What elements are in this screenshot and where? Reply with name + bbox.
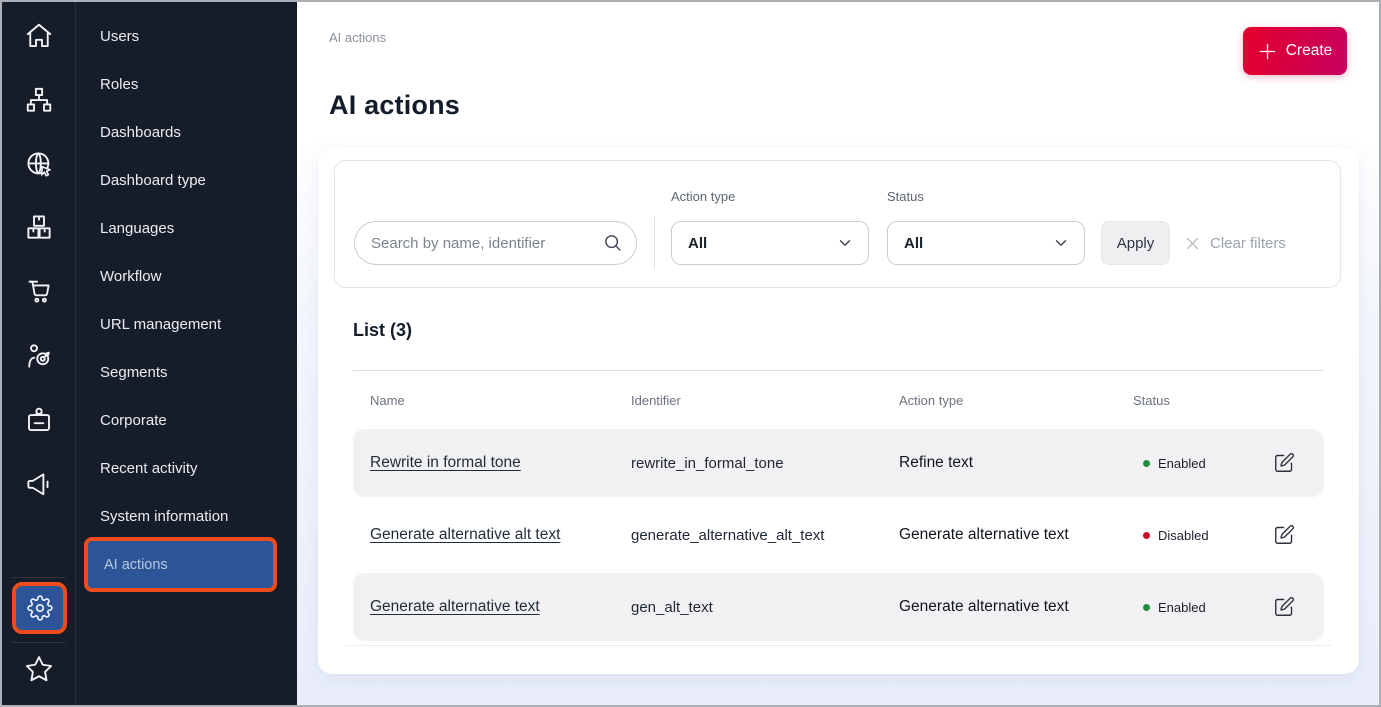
create-button-label: Create	[1286, 42, 1333, 60]
main-content: AI actions Create AI actions Action type	[297, 2, 1379, 705]
status-text: Enabled	[1158, 600, 1206, 615]
sidebar-item-users[interactable]: Users	[76, 13, 297, 61]
clear-filters-button[interactable]: Clear filters	[1184, 221, 1286, 265]
page-title: AI actions	[329, 90, 460, 121]
status-text: Enabled	[1158, 456, 1206, 471]
column-header-status: Status	[1133, 393, 1170, 408]
gear-icon	[27, 595, 53, 621]
globe-pointer-icon[interactable]	[22, 147, 56, 181]
chevron-down-icon	[1052, 234, 1070, 252]
edit-button[interactable]	[1273, 452, 1295, 474]
id-badge-icon[interactable]	[22, 403, 56, 437]
filter-divider	[654, 217, 655, 269]
edit-icon	[1274, 596, 1295, 617]
rail-divider-top	[11, 577, 66, 578]
breadcrumb[interactable]: AI actions	[329, 30, 386, 45]
search-input[interactable]	[354, 221, 637, 265]
action-type-label: Action type	[671, 189, 735, 204]
settings-nav-button[interactable]	[12, 582, 67, 634]
table-bottom-divider	[345, 645, 1332, 646]
edit-icon	[1274, 524, 1295, 545]
row-action-type: Generate alternative text	[899, 501, 1069, 569]
content-card: Action type All Status All Apply	[318, 148, 1359, 674]
shopping-cart-icon[interactable]	[22, 274, 56, 308]
row-action-type: Refine text	[899, 429, 973, 497]
sidebar-item-system-information[interactable]: System information	[76, 493, 297, 541]
row-status: Enabled	[1143, 573, 1206, 641]
action-type-select[interactable]: All	[671, 221, 869, 265]
edit-icon	[1274, 452, 1295, 473]
list-divider	[353, 370, 1324, 371]
x-icon	[1184, 235, 1201, 252]
home-icon[interactable]	[22, 19, 56, 53]
status-dot	[1143, 604, 1150, 611]
filter-bar: Action type All Status All Apply	[334, 160, 1341, 288]
status-select[interactable]: All	[887, 221, 1085, 265]
rail-divider-bottom	[11, 642, 66, 643]
apply-button[interactable]: Apply	[1101, 221, 1170, 265]
column-header-action-type: Action type	[899, 393, 963, 408]
sidebar-item-recent-activity[interactable]: Recent activity	[76, 445, 297, 493]
sidebar-item-dashboards[interactable]: Dashboards	[76, 109, 297, 157]
sitemap-icon[interactable]	[22, 83, 56, 117]
sidebar-item-label: AI actions	[104, 557, 168, 573]
status-dot	[1143, 460, 1150, 467]
search-icon[interactable]	[602, 232, 624, 254]
select-value: All	[904, 235, 923, 252]
chevron-down-icon	[836, 234, 854, 252]
plus-icon	[1258, 42, 1277, 61]
row-status: Disabled	[1143, 501, 1209, 569]
table-row: Generate alternative text gen_alt_text G…	[353, 573, 1324, 641]
search-box	[354, 221, 637, 265]
star-icon[interactable]	[22, 652, 56, 686]
status-label: Status	[887, 189, 924, 204]
row-identifier: generate_alternative_alt_text	[631, 501, 824, 569]
audience-target-icon[interactable]	[22, 339, 56, 373]
table-row: Generate alternative alt text generate_a…	[353, 501, 1324, 569]
list-heading: List (3)	[353, 320, 412, 341]
row-status: Enabled	[1143, 429, 1206, 497]
settings-menu: Users Roles Dashboards Dashboard type La…	[75, 2, 297, 705]
edit-button[interactable]	[1273, 524, 1295, 546]
sidebar-item-workflow[interactable]: Workflow	[76, 253, 297, 301]
sidebar-item-dashboard-type[interactable]: Dashboard type	[76, 157, 297, 205]
row-identifier: gen_alt_text	[631, 573, 713, 641]
column-header-identifier: Identifier	[631, 393, 681, 408]
sidebar-item-url-management[interactable]: URL management	[76, 301, 297, 349]
sidebar-item-roles[interactable]: Roles	[76, 61, 297, 109]
icon-rail	[2, 2, 75, 705]
megaphone-icon[interactable]	[22, 467, 56, 501]
sidebar-item-segments[interactable]: Segments	[76, 349, 297, 397]
edit-button[interactable]	[1273, 596, 1295, 618]
sidebar-item-ai-actions[interactable]: AI actions	[84, 537, 277, 592]
row-name-link[interactable]: Generate alternative text	[370, 598, 540, 616]
table-row: Rewrite in formal tone rewrite_in_formal…	[353, 429, 1324, 497]
sidebar-item-languages[interactable]: Languages	[76, 205, 297, 253]
row-action-type: Generate alternative text	[899, 573, 1069, 641]
create-button[interactable]: Create	[1243, 27, 1347, 75]
row-identifier: rewrite_in_formal_tone	[631, 429, 784, 497]
sidebar-item-corporate[interactable]: Corporate	[76, 397, 297, 445]
status-dot	[1143, 532, 1150, 539]
column-header-name: Name	[370, 393, 405, 408]
packages-icon[interactable]	[22, 210, 56, 244]
row-name-link[interactable]: Generate alternative alt text	[370, 526, 560, 544]
row-name-link[interactable]: Rewrite in formal tone	[370, 454, 521, 472]
app-window: Users Roles Dashboards Dashboard type La…	[0, 0, 1381, 707]
status-text: Disabled	[1158, 528, 1209, 543]
clear-filters-label: Clear filters	[1210, 235, 1286, 252]
select-value: All	[688, 235, 707, 252]
